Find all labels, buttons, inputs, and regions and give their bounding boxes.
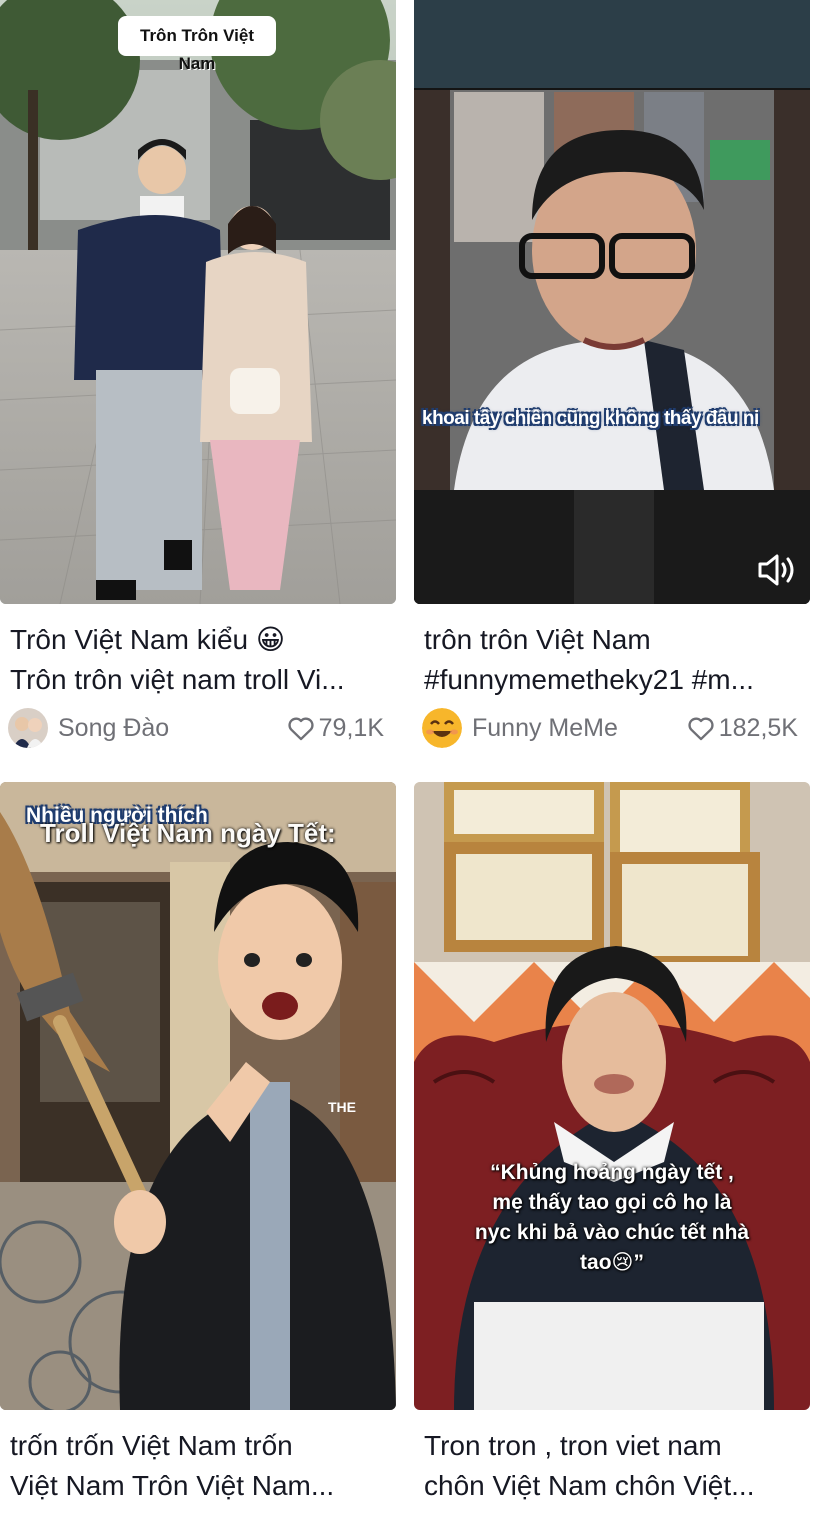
- video-caption-overlay: khoai tây chiên cũng không thấy đâu ni: [422, 408, 759, 429]
- video-caption-overlay: “Khủng hoảng ngày tết , mẹ thấy tao gọi …: [414, 1158, 810, 1278]
- title-line: trốn trốn Việt Nam trốn: [10, 1430, 293, 1461]
- person-on-sofa-image: [414, 782, 810, 1410]
- couple-avatar-icon[interactable]: [8, 708, 48, 748]
- heart-outline-icon: [688, 717, 714, 741]
- speaker-icon[interactable]: [756, 552, 796, 588]
- video-title-3[interactable]: trốn trốn Việt Nam trốn Việt Nam Trôn Vi…: [0, 1426, 396, 1506]
- svg-text:THE: THE: [328, 1099, 356, 1115]
- like-count[interactable]: 79,1K: [287, 714, 396, 743]
- like-count-value: 79,1K: [318, 713, 384, 742]
- title-line: Việt Nam Trôn Việt Nam...: [10, 1470, 335, 1501]
- video-overlay-line-2: Troll Việt Nam ngày Tết:: [40, 818, 336, 848]
- video-card-1[interactable]: Trôn Trôn Việt Nam Trôn Việt Nam kiểu 😀 …: [0, 0, 396, 748]
- overlay-line: nyc khi bả vào chúc tết nhà: [474, 1221, 750, 1244]
- video-thumbnail-2[interactable]: khoai tây chiên cũng không thấy đâu ni: [414, 0, 810, 604]
- author-name[interactable]: Song Đào: [58, 714, 287, 743]
- title-line: chôn Việt Nam chôn Việt...: [424, 1470, 755, 1501]
- author-name[interactable]: Funny MeMe: [472, 714, 687, 743]
- video-meta-2: Funny MeMe 182,5K: [414, 708, 810, 748]
- heart-outline-icon: [288, 717, 314, 741]
- title-line: Tron tron , tron viet nam: [424, 1430, 722, 1461]
- smiling-emoji-avatar-icon[interactable]: [422, 708, 462, 748]
- video-overlay-label: Trôn Trôn Việt Nam: [118, 16, 276, 73]
- couple-walking-image: [0, 0, 396, 604]
- like-count[interactable]: 182,5K: [687, 714, 810, 743]
- overlay-line: tao😢”: [580, 1251, 644, 1274]
- video-title-1[interactable]: Trôn Việt Nam kiểu 😀 Trôn trôn việt nam …: [0, 620, 396, 700]
- video-card-4[interactable]: “Khủng hoảng ngày tết , mẹ thấy tao gọi …: [414, 782, 810, 1506]
- video-thumbnail-1[interactable]: Trôn Trôn Việt Nam: [0, 0, 396, 604]
- video-title-2[interactable]: trôn trôn Việt Nam #funnymemetheky21 #m.…: [414, 620, 810, 700]
- title-line: Trôn trôn việt nam troll Vi...: [10, 664, 345, 695]
- video-thumbnail-3[interactable]: THE Nhiều người thích Troll Việt Nam ngà…: [0, 782, 396, 1410]
- like-count-value: 182,5K: [718, 713, 798, 742]
- video-title-4[interactable]: Tron tron , tron viet nam chôn Việt Nam …: [414, 1426, 810, 1506]
- title-line: Trôn Việt Nam kiểu 😀: [10, 624, 286, 655]
- video-meta-1: Song Đào 79,1K: [0, 708, 396, 748]
- video-thumbnail-4[interactable]: “Khủng hoảng ngày tết , mẹ thấy tao gọi …: [414, 782, 810, 1410]
- overlay-line: “Khủng hoảng ngày tết ,: [490, 1161, 734, 1184]
- title-line: #funnymemetheky21 #m...: [424, 664, 754, 695]
- title-line: trôn trôn Việt Nam: [424, 624, 651, 655]
- video-card-3[interactable]: THE Nhiều người thích Troll Việt Nam ngà…: [0, 782, 396, 1506]
- man-with-broom-image: THE: [0, 782, 396, 1410]
- man-selfie-video-image: [414, 0, 810, 604]
- overlay-line: mẹ thấy tao gọi cô họ là: [492, 1191, 732, 1214]
- video-card-2[interactable]: khoai tây chiên cũng không thấy đâu ni t…: [414, 0, 810, 748]
